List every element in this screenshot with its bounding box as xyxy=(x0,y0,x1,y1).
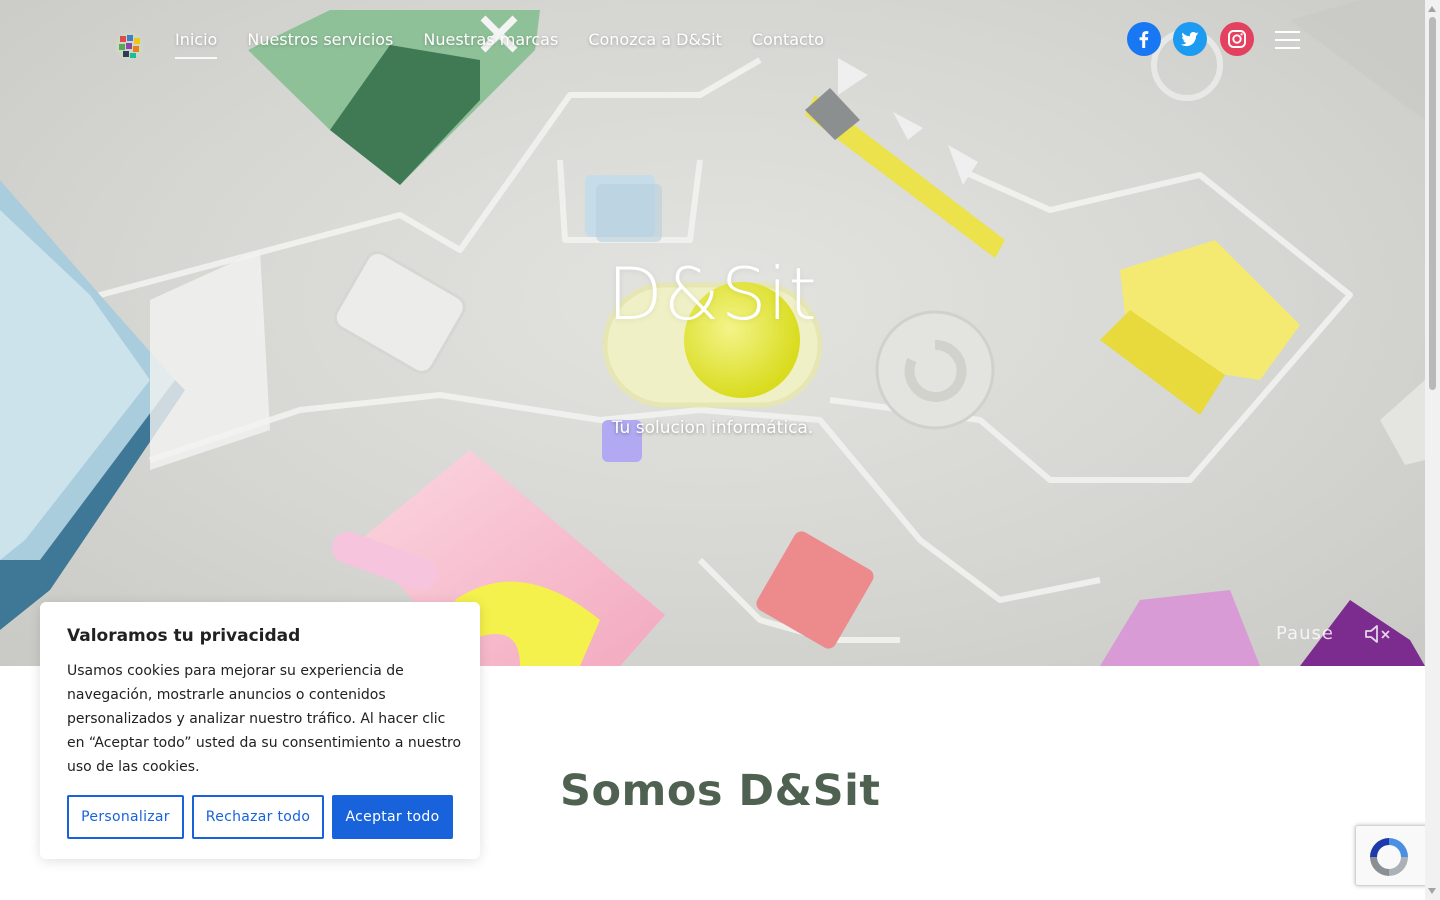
section-title: Somos D&Sit xyxy=(560,766,881,816)
page-scrollbar[interactable] xyxy=(1425,0,1440,900)
cookie-description: Usamos cookies para mejorar su experienc… xyxy=(67,663,462,775)
nav-link-contacto[interactable]: Contacto xyxy=(752,30,824,59)
scroll-down-arrow-icon[interactable] xyxy=(1428,888,1436,894)
nav-link-inicio[interactable]: Inicio xyxy=(175,30,218,59)
hero-title: D&Sit xyxy=(607,252,818,336)
twitter-icon xyxy=(1180,31,1199,47)
scrollbar-thumb[interactable] xyxy=(1429,17,1436,390)
speaker-muted-icon[interactable] xyxy=(1364,624,1392,644)
top-navigation: Inicio Nuestros servicios Nuestras marca… xyxy=(0,0,1425,82)
instagram-button[interactable] xyxy=(1220,22,1254,56)
facebook-button[interactable] xyxy=(1127,22,1161,56)
nav-link-nuestras-marcas[interactable]: Nuestras marcas xyxy=(423,30,558,59)
nav-link-conozca[interactable]: Conozca a D&Sit xyxy=(588,30,722,59)
scroll-up-arrow-icon[interactable] xyxy=(1428,6,1436,12)
instagram-icon xyxy=(1228,30,1246,48)
reject-all-button[interactable]: Rechazar todo xyxy=(192,795,324,839)
recaptcha-icon xyxy=(1370,838,1408,876)
hamburger-menu-button[interactable] xyxy=(1275,31,1300,50)
video-pause-button[interactable]: Pause xyxy=(1276,623,1334,644)
main-menu: Inicio Nuestros servicios Nuestras marca… xyxy=(175,30,824,59)
hero-banner: Inicio Nuestros servicios Nuestras marca… xyxy=(0,0,1425,666)
cookie-title: Valoramos tu privacidad xyxy=(67,626,301,646)
customize-button[interactable]: Personalizar xyxy=(67,795,184,839)
twitter-button[interactable] xyxy=(1173,22,1207,56)
hero-subtitle: Tu solucion informática. xyxy=(611,418,814,438)
nav-link-nuestros-servicios[interactable]: Nuestros servicios xyxy=(247,30,393,59)
cookie-consent-banner: Valoramos tu privacidad Usamos cookies p… xyxy=(40,602,480,859)
site-logo-icon[interactable] xyxy=(114,29,145,63)
hamburger-menu-icon xyxy=(1275,31,1300,33)
facebook-icon xyxy=(1139,31,1149,48)
accept-all-button[interactable]: Aceptar todo xyxy=(332,795,453,839)
